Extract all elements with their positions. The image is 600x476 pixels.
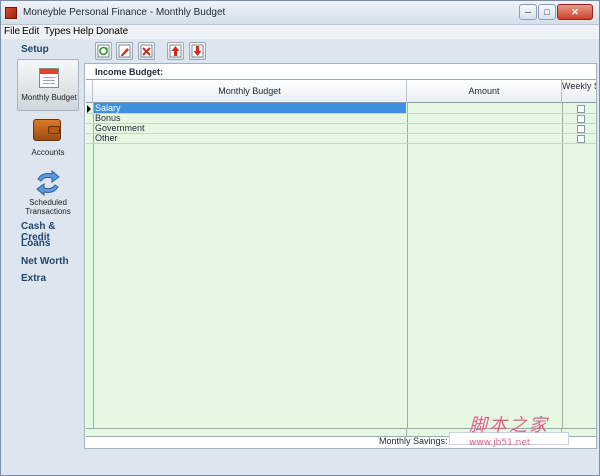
nav-header-setup[interactable]: Setup [21, 44, 49, 55]
row-selector[interactable] [86, 134, 93, 144]
weekly-subtotal-checkbox[interactable] [577, 105, 585, 113]
refresh-button[interactable] [95, 42, 112, 60]
menu-bar: File Edit Types Help Donate [1, 25, 599, 39]
nav-tile-scheduled-transactions[interactable]: Scheduled Transactions [17, 165, 79, 217]
menu-types[interactable]: Types [44, 26, 71, 37]
nav-header-loans[interactable]: Loans [21, 238, 50, 249]
edit-icon [118, 44, 131, 58]
window-title: Moneyble Personal Finance - Monthly Budg… [23, 7, 226, 18]
wallet-icon [33, 119, 61, 141]
title-bar: Moneyble Personal Finance - Monthly Budg… [1, 1, 599, 25]
setup-panel: Monthly Budget Accounts Scheduled Transa… [17, 59, 79, 217]
row-selector[interactable] [86, 124, 93, 134]
menu-file[interactable]: File [4, 26, 20, 37]
move-up-button[interactable] [167, 42, 184, 60]
move-down-button[interactable] [189, 42, 206, 60]
nav-tile-accounts[interactable]: Accounts [17, 115, 79, 163]
sidebar: Setup Monthly Budget Accounts Scheduled … [15, 39, 81, 449]
income-budget-grid[interactable]: Monthly Budget Amount Weekly Subtotal Sa… [86, 79, 596, 428]
menu-edit[interactable]: Edit [22, 26, 39, 37]
row-name-cell[interactable]: Salary [94, 103, 406, 113]
nav-header-net-worth[interactable]: Net Worth [21, 256, 69, 267]
row-name-cell[interactable]: Bonus [94, 113, 406, 123]
row-name-cell[interactable]: Government [94, 123, 406, 133]
tile-label-accounts: Accounts [31, 148, 65, 157]
nav-header-extra[interactable]: Extra [21, 273, 46, 284]
row-selector-header [86, 80, 93, 103]
app-window: Moneyble Personal Finance - Monthly Budg… [0, 0, 600, 476]
main-panel: Income Budget: Monthly Budget Amount Wee… [84, 63, 597, 449]
monthly-savings-label: Monthly Savings: [379, 436, 448, 446]
row-selector[interactable] [86, 104, 93, 114]
current-row-arrow-icon [87, 105, 91, 113]
grid-divider [407, 103, 408, 428]
delete-button[interactable] [138, 42, 155, 60]
tile-label-scheduled-transactions: Scheduled Transactions [25, 198, 71, 216]
refresh-icon [97, 44, 110, 58]
section-title: Income Budget: [95, 67, 164, 77]
menu-help[interactable]: Help [73, 26, 94, 37]
move-down-icon [191, 44, 204, 58]
app-logo-icon [5, 7, 17, 19]
delete-icon [140, 44, 153, 58]
move-up-icon [169, 44, 182, 58]
close-button[interactable]: ✕ [557, 4, 593, 20]
row-selector[interactable] [86, 114, 93, 124]
watermark: 脚本之家 www.jb51.net [469, 411, 589, 448]
grid-header: Monthly Budget Amount Weekly Subtotal [86, 80, 596, 103]
column-header-monthly-budget[interactable]: Monthly Budget [93, 80, 407, 103]
maximize-button[interactable]: □ [538, 4, 556, 20]
weekly-subtotal-checkbox[interactable] [577, 135, 585, 143]
calendar-icon [39, 68, 59, 88]
watermark-text: 脚本之家 [469, 415, 549, 436]
tile-label-monthly-budget: Monthly Budget [21, 93, 77, 102]
grid-divider [93, 103, 94, 428]
toolbar [85, 39, 597, 63]
menu-donate[interactable]: Donate [96, 26, 128, 37]
edit-button[interactable] [116, 42, 133, 60]
column-header-amount[interactable]: Amount [407, 80, 562, 103]
watermark-url: www.jb51.net [469, 438, 531, 448]
sync-icon [36, 169, 60, 197]
column-header-weekly-subtotal[interactable]: Weekly Subtotal [562, 80, 596, 103]
minimize-button[interactable]: ─ [519, 4, 537, 20]
weekly-subtotal-checkbox[interactable] [577, 125, 585, 133]
row-name-cell[interactable]: Other [94, 133, 406, 143]
table-row[interactable]: Other [86, 133, 596, 144]
nav-tile-monthly-budget[interactable]: Monthly Budget [17, 59, 79, 111]
grid-divider [562, 103, 563, 428]
weekly-subtotal-checkbox[interactable] [577, 115, 585, 123]
